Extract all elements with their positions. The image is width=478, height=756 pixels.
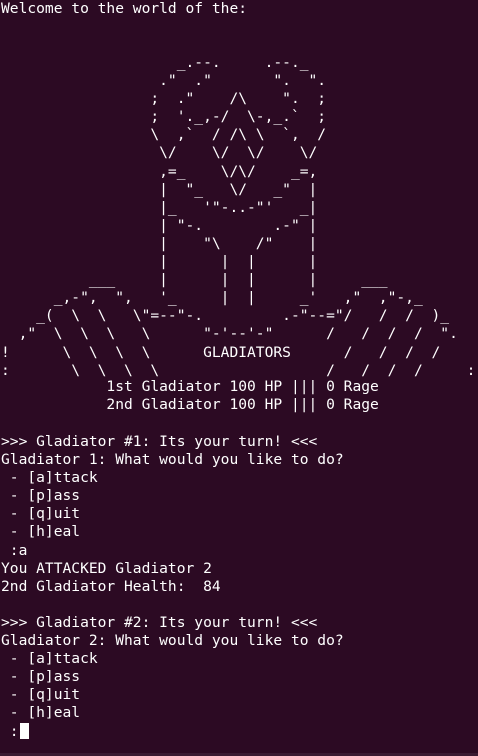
log-line: You ATTACKED Gladiator 2: [1, 559, 212, 577]
input-prompt[interactable]: :: [1, 723, 19, 740]
text-cursor[interactable]: [19, 722, 29, 739]
ascii-art-line: ___ | | | | ___: [1, 271, 388, 289]
ascii-art-line: | | | |: [1, 253, 318, 271]
log-line: - [p]ass: [1, 668, 81, 686]
hp-status-line: 2nd Gladiator 100 HP ||| 0 Rage: [1, 396, 379, 414]
ascii-art-line: | "_ \/ _" |: [1, 180, 318, 198]
terminal-window[interactable]: Welcome to the world of the: _.--. .--._…: [0, 0, 478, 756]
log-line: - [h]eal: [1, 704, 81, 722]
log-line: 2nd Gladiator Health: 84: [1, 577, 221, 595]
log-line: - [a]ttack: [1, 469, 98, 487]
ascii-art-line: \ ,` / /\ \ `, /: [1, 126, 327, 144]
gladiators-ascii-art: _.--. .--._ ." ." ". ". ; ." /\ ". ; ; '…: [1, 54, 478, 380]
log-line: >>> Gladiator #1: Its your turn! <<<: [1, 433, 318, 450]
ascii-art-line: ,=_ \/\/ _=,: [1, 162, 318, 180]
health-status: 1st Gladiator 100 HP ||| 0 Rage 2nd Glad…: [1, 378, 379, 414]
log-line: - [a]ttack: [1, 650, 98, 668]
log-line: - [q]uit: [1, 505, 81, 523]
ascii-art-line: _,-", ", '_ | | _' ," ,"-,_: [1, 289, 423, 307]
ascii-art-line: ," \ \ \ \ "-'--'-" / / / / ".: [1, 325, 458, 343]
hp-status-line: 1st Gladiator 100 HP ||| 0 Rage: [1, 378, 379, 395]
log-line: :a: [1, 541, 28, 559]
ascii-art-line: _( \ \ \"=--"-. .-"--="/ / / )_: [1, 307, 450, 325]
ascii-art-line: : \ \ \ \ / / / / :: [1, 361, 476, 379]
log-line: - [h]eal: [1, 523, 81, 541]
ascii-art-line: _.--. .--._: [1, 54, 309, 71]
ascii-art-line: ! \ \ \ \ GLADIATORS / / / / !: [1, 343, 478, 361]
ascii-art-line: ; ." /\ ". ;: [1, 90, 327, 108]
welcome-text: Welcome to the world of the:: [1, 0, 248, 17]
game-log: >>> Gladiator #1: Its your turn! <<< Gla…: [1, 433, 344, 741]
log-line: - [p]ass: [1, 487, 81, 505]
ascii-art-line: ." ." ". ".: [1, 72, 327, 90]
ascii-art-line: | "-. .-" |: [1, 216, 318, 234]
ascii-art-line: \/ \/ \/ \/: [1, 144, 318, 162]
log-line: Gladiator 2: What would you like to do?: [1, 632, 344, 650]
ascii-art-line: |_ '"-..-"' _|: [1, 198, 318, 216]
ascii-art-line: | "\ /" |: [1, 234, 318, 252]
ascii-art-line: ; '._,-/ \-,_.` ;: [1, 108, 327, 126]
log-line: Gladiator 1: What would you like to do?: [1, 451, 344, 469]
log-line: - [q]uit: [1, 686, 81, 704]
log-line: >>> Gladiator #2: Its your turn! <<<: [1, 613, 318, 631]
